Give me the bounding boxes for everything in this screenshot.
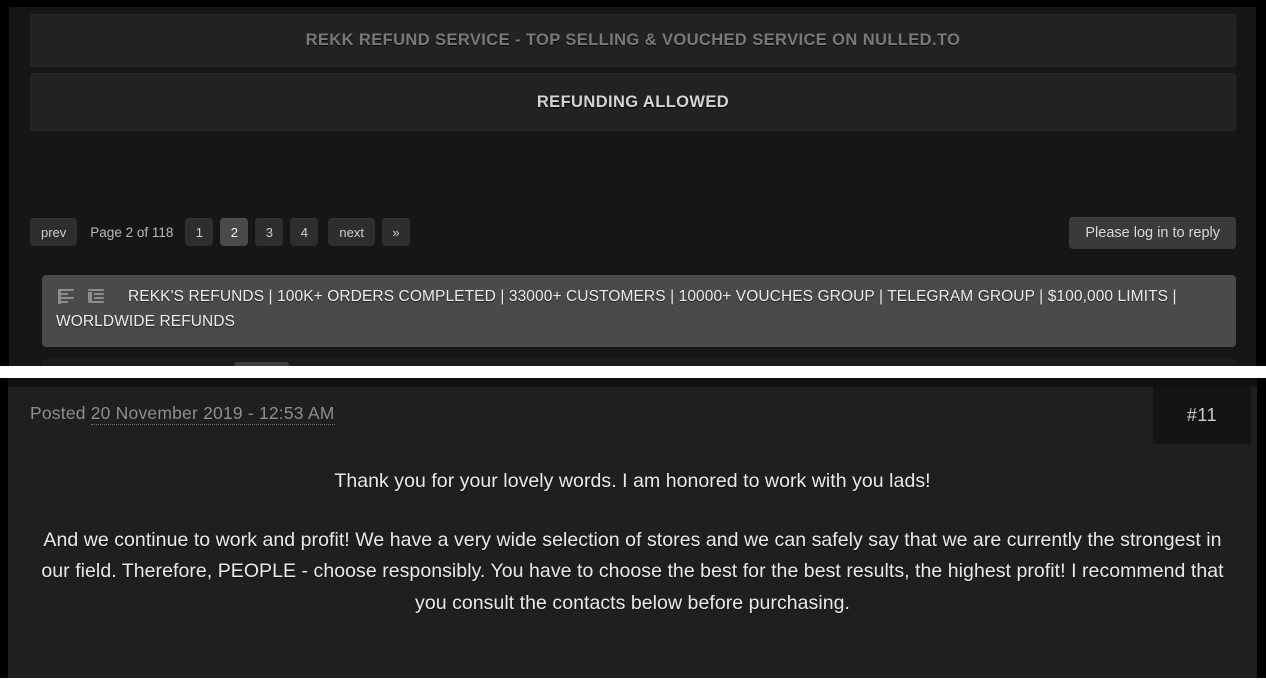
bottom-crop-strip bbox=[0, 678, 1266, 686]
pagination-last-button[interactable]: » bbox=[381, 218, 410, 246]
panel-separator bbox=[0, 366, 1266, 378]
screenshot-root: REKK REFUND SERVICE - TOP SELLING & VOUC… bbox=[0, 0, 1266, 686]
pagination-page-2[interactable]: 2 bbox=[220, 218, 249, 246]
post-number-label: #11 bbox=[1186, 404, 1218, 425]
pagination-prev-button[interactable]: prev bbox=[30, 218, 78, 246]
signature-text: REKK'S REFUNDS | 100K+ ORDERS COMPLETED … bbox=[56, 288, 1177, 331]
post-number-badge[interactable]: #11 bbox=[1153, 386, 1251, 444]
pagination-page-3[interactable]: 3 bbox=[255, 218, 284, 246]
next-post-peek bbox=[42, 359, 1236, 366]
pagination-page-4[interactable]: 4 bbox=[290, 218, 319, 246]
post-paragraph-2: And we continue to work and profit! We h… bbox=[41, 528, 1224, 614]
post-paragraph-1: Thank you for your lovely words. I am ho… bbox=[334, 470, 931, 492]
posted-date-value[interactable]: 20 November 2019 - 12:53 AM bbox=[90, 403, 335, 425]
posted-prefix-label: Posted bbox=[30, 403, 86, 423]
pagination-next-button[interactable]: next bbox=[328, 218, 375, 246]
post-panel-bottom: Posted 20 November 2019 - 12:53 AM #11 T… bbox=[0, 378, 1266, 678]
pagination-page-status: Page 2 of 118 bbox=[90, 224, 174, 240]
pagination-page-1[interactable]: 1 bbox=[185, 218, 214, 246]
login-to-reply-button[interactable]: Please log in to reply bbox=[1069, 217, 1236, 249]
post-header-bar bbox=[8, 378, 1257, 387]
post-content: Thank you for your lovely words. I am ho… bbox=[22, 466, 1243, 619]
refunding-allowed-banner: REFUNDING ALLOWED bbox=[30, 73, 1236, 131]
post-panel-content: Posted 20 November 2019 - 12:53 AM #11 T… bbox=[8, 378, 1257, 678]
thread-title-text: REKK REFUND SERVICE - TOP SELLING & VOUC… bbox=[305, 31, 961, 49]
pagination: prev Page 2 of 118 1 2 3 4 next » Please… bbox=[30, 204, 1236, 260]
thread-panel-top-content: REKK REFUND SERVICE - TOP SELLING & VOUC… bbox=[9, 7, 1256, 366]
align-left-icon bbox=[58, 289, 74, 304]
signature-block: REKK'S REFUNDS | 100K+ ORDERS COMPLETED … bbox=[42, 275, 1236, 347]
thread-title-banner: REKK REFUND SERVICE - TOP SELLING & VOUC… bbox=[30, 14, 1236, 67]
post-timestamp: Posted 20 November 2019 - 12:53 AM bbox=[30, 403, 335, 425]
refunding-allowed-text: REFUNDING ALLOWED bbox=[536, 92, 730, 111]
outdent-icon bbox=[88, 289, 104, 304]
thread-panel-top: REKK REFUND SERVICE - TOP SELLING & VOUC… bbox=[0, 0, 1266, 366]
